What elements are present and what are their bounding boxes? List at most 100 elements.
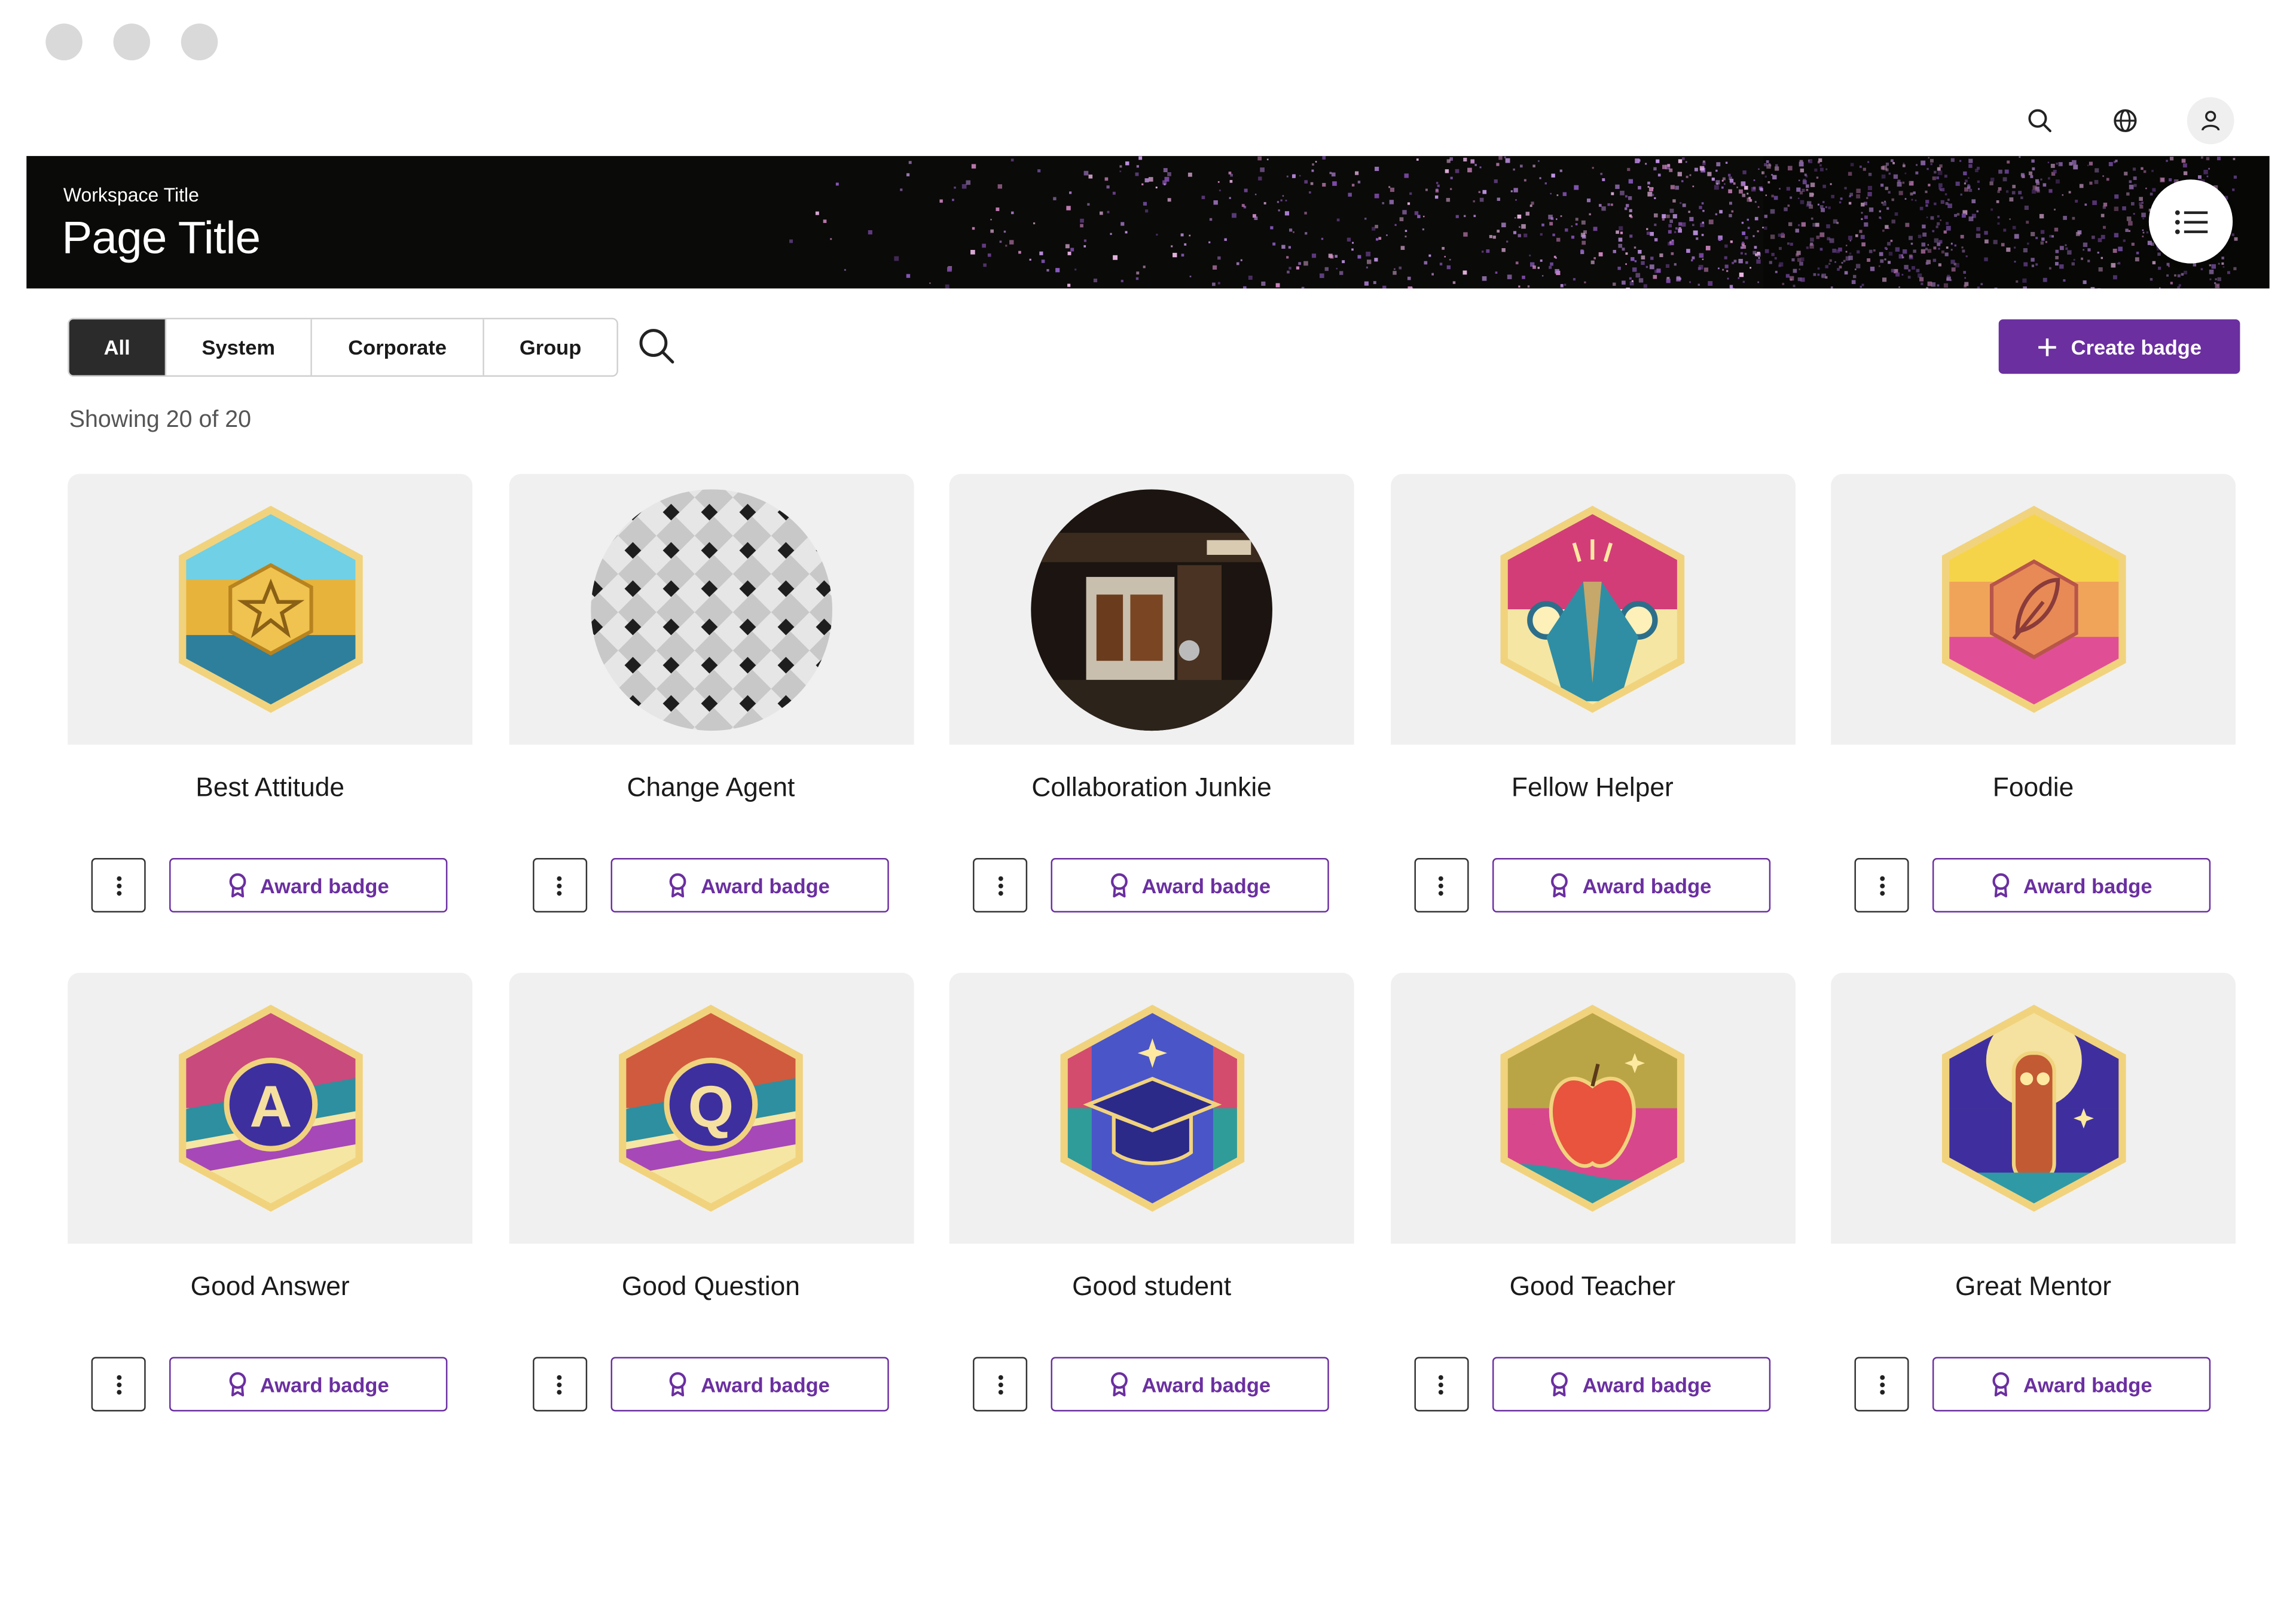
- more-options-button[interactable]: [91, 858, 146, 913]
- badge-actions: Award badge: [973, 1357, 1329, 1412]
- ribbon-award-icon: [228, 1372, 246, 1397]
- award-badge-button[interactable]: Award badge: [169, 1357, 448, 1412]
- window-close-dot[interactable]: [45, 23, 83, 60]
- award-badge-button[interactable]: Award badge: [1932, 858, 2211, 913]
- tab-all[interactable]: All: [69, 319, 167, 375]
- more-options-button[interactable]: [1413, 858, 1468, 913]
- answer-bubble-hexagon-badge-icon: A: [178, 1004, 362, 1212]
- more-options-button[interactable]: [973, 1357, 1028, 1412]
- award-badge-button[interactable]: Award badge: [169, 858, 448, 913]
- user-avatar-icon[interactable]: [2187, 97, 2234, 145]
- award-badge-button[interactable]: Award badge: [610, 858, 889, 913]
- list-icon: [2174, 209, 2208, 234]
- more-options-button[interactable]: [532, 1357, 587, 1412]
- award-badge-label: Award badge: [701, 873, 830, 897]
- badge-name: Great Mentor: [1955, 1271, 2112, 1301]
- filter-search-icon[interactable]: [637, 326, 676, 365]
- kebab-icon: [1879, 875, 1884, 895]
- workspace-title[interactable]: Workspace Title: [63, 184, 199, 206]
- badge-card[interactable]: Change Agent Award badge: [508, 474, 914, 913]
- award-badge-label: Award badge: [259, 873, 389, 897]
- award-badge-label: Award badge: [701, 1372, 830, 1396]
- window-minimize-dot[interactable]: [113, 23, 151, 60]
- award-badge-label: Award badge: [1141, 873, 1271, 897]
- badge-name: Fellow Helper: [1511, 772, 1674, 802]
- ribbon-award-icon: [1551, 873, 1568, 898]
- question-bubble-hexagon-badge-icon: Q: [619, 1004, 803, 1212]
- more-options-button[interactable]: [532, 858, 587, 913]
- badge-card[interactable]: A Good Answer Award badge: [68, 973, 473, 1412]
- badge-card[interactable]: Great Mentor Award badge: [1831, 973, 2236, 1412]
- award-badge-button[interactable]: Award badge: [1491, 1357, 1770, 1412]
- award-badge-label: Award badge: [1141, 1372, 1271, 1396]
- tab-group[interactable]: Group: [484, 319, 617, 375]
- badge-thumbnail[interactable]: [949, 474, 1354, 745]
- page-title: Page Title: [62, 212, 261, 264]
- award-badge-button[interactable]: Award badge: [1051, 1357, 1329, 1412]
- badge-name: Good student: [1072, 1271, 1232, 1301]
- window-controls: [45, 23, 218, 60]
- award-badge-button[interactable]: Award badge: [1051, 858, 1329, 913]
- badge-actions: Award badge: [1413, 858, 1770, 913]
- storefront-photo-icon: [1031, 488, 1272, 730]
- kebab-icon: [1438, 1374, 1443, 1394]
- kebab-icon: [116, 1374, 121, 1394]
- badge-thumbnail[interactable]: [1390, 474, 1795, 745]
- badge-thumbnail[interactable]: [949, 973, 1354, 1244]
- award-badge-button[interactable]: Award badge: [1932, 1357, 2211, 1412]
- tab-system[interactable]: System: [166, 319, 312, 375]
- badge-thumbnail[interactable]: [508, 474, 914, 745]
- svg-text:Q: Q: [688, 1073, 734, 1139]
- badge-thumbnail[interactable]: [68, 474, 473, 745]
- badge-actions: Award badge: [973, 858, 1329, 913]
- more-options-button[interactable]: [1854, 1357, 1909, 1412]
- plus-icon: [2038, 337, 2057, 356]
- kebab-icon: [997, 1374, 1003, 1394]
- tab-corporate[interactable]: Corporate: [312, 319, 484, 375]
- badge-thumbnail[interactable]: [1831, 474, 2236, 745]
- badge-actions: Award badge: [91, 1357, 448, 1412]
- award-badge-button[interactable]: Award badge: [610, 1357, 889, 1412]
- window-maximize-dot[interactable]: [181, 23, 218, 60]
- geometric-pattern-photo-icon: [590, 488, 832, 730]
- banner-background-image: [789, 155, 2270, 289]
- badge-card[interactable]: Good student Award badge: [949, 973, 1354, 1412]
- create-badge-button[interactable]: Create badge: [1998, 319, 2240, 374]
- more-options-button[interactable]: [91, 1357, 146, 1412]
- results-count: Showing 20 of 20: [69, 407, 252, 433]
- award-badge-label: Award badge: [259, 1372, 389, 1396]
- badge-card[interactable]: Collaboration Junkie Award badge: [949, 474, 1354, 913]
- more-options-button[interactable]: [973, 858, 1028, 913]
- award-badge-button[interactable]: Award badge: [1491, 858, 1770, 913]
- kebab-icon: [1438, 875, 1443, 895]
- badge-card[interactable]: Best Attitude Award badge: [68, 474, 473, 913]
- badge-actions: Award badge: [91, 858, 448, 913]
- ribbon-award-icon: [1110, 873, 1128, 898]
- badge-card[interactable]: Q Good Question Award badge: [508, 973, 914, 1412]
- badge-actions: Award badge: [1854, 1357, 2211, 1412]
- badge-card[interactable]: Foodie Award badge: [1831, 474, 2236, 913]
- filter-tabs: All System Corporate Group: [68, 317, 618, 377]
- ribbon-award-icon: [670, 873, 686, 898]
- apple-hexagon-badge-icon: [1500, 1004, 1685, 1212]
- globe-icon[interactable]: [2102, 97, 2149, 144]
- ribbon-award-icon: [670, 1372, 686, 1397]
- badge-card[interactable]: Good Teacher Award badge: [1390, 973, 1795, 1412]
- badge-actions: Award badge: [1854, 858, 2211, 913]
- ribbon-award-icon: [228, 873, 246, 898]
- more-options-button[interactable]: [1413, 1357, 1468, 1412]
- badge-thumbnail[interactable]: [1831, 973, 2236, 1244]
- badge-name: Good Teacher: [1509, 1271, 1676, 1301]
- award-badge-label: Award badge: [1582, 873, 1712, 897]
- award-badge-label: Award badge: [2023, 873, 2152, 897]
- badge-thumbnail[interactable]: Q: [508, 973, 914, 1244]
- badge-card[interactable]: Fellow Helper Award badge: [1390, 474, 1795, 913]
- more-options-button[interactable]: [1854, 858, 1909, 913]
- badge-thumbnail[interactable]: A: [68, 973, 473, 1244]
- owl-hexagon-badge-icon: [1941, 1004, 2126, 1212]
- badge-name: Change Agent: [627, 772, 795, 802]
- badge-thumbnail[interactable]: [1390, 973, 1795, 1244]
- badge-name: Collaboration Junkie: [1031, 772, 1272, 802]
- search-icon[interactable]: [2016, 97, 2063, 144]
- list-menu-button[interactable]: [2148, 179, 2233, 264]
